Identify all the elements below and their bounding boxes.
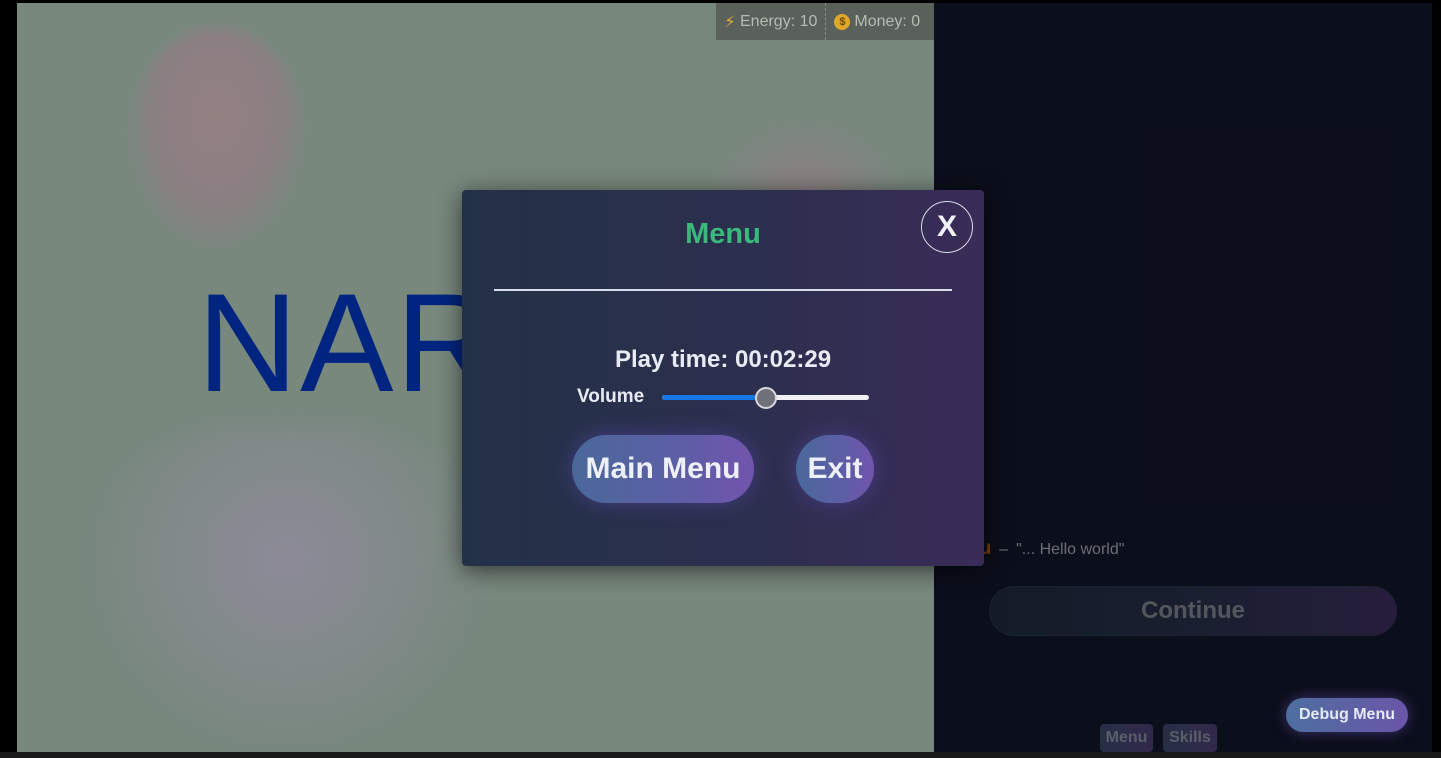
modal-title: Menu — [685, 218, 761, 250]
energy-stat: ⚡ Energy: 10 — [716, 3, 825, 40]
close-button[interactable]: X — [921, 201, 973, 253]
modal-divider — [494, 289, 952, 291]
money-stat: $ Money: 0 — [825, 3, 928, 40]
volume-slider[interactable] — [662, 386, 869, 409]
exit-button[interactable]: Exit — [796, 435, 874, 503]
play-time: Play time: 00:02:29 — [614, 346, 832, 373]
lightning-bolt-icon: ⚡ — [724, 13, 736, 31]
main-menu-button[interactable]: Main Menu — [572, 435, 754, 503]
volume-label: Volume — [577, 386, 645, 407]
hud-stats: ⚡ Energy: 10 $ Money: 0 — [716, 3, 934, 40]
window-bottom-edge — [0, 752, 1441, 758]
coin-icon: $ — [834, 13, 851, 30]
money-label: Money: 0 — [854, 12, 921, 30]
debug-menu-button[interactable]: Debug Menu — [1286, 698, 1408, 732]
volume-slider-fill — [662, 395, 766, 400]
energy-label: Energy: 10 — [740, 12, 818, 30]
game-window: NAR ou–"... Hello world" Continue Menu S… — [0, 0, 1441, 758]
volume-slider-thumb[interactable] — [754, 386, 777, 409]
